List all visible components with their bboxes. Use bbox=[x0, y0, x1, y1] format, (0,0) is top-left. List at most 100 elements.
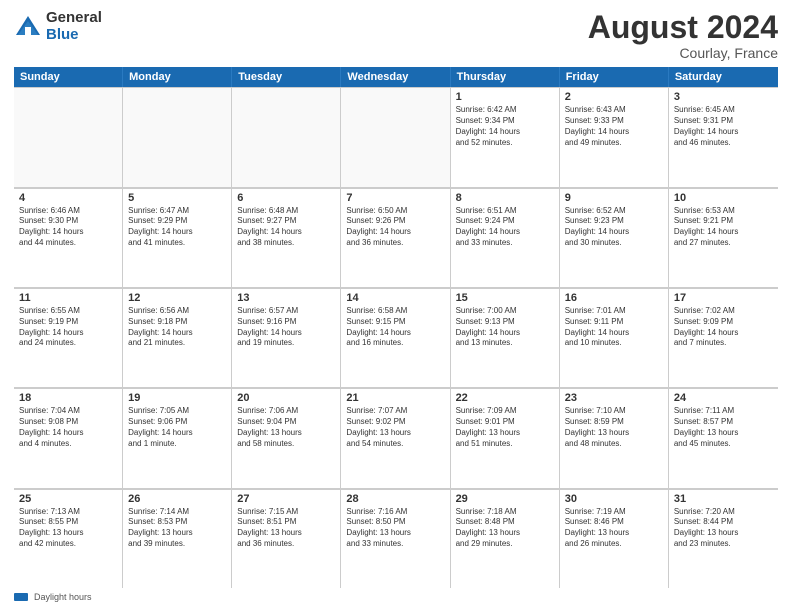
day-number: 16 bbox=[565, 292, 663, 304]
day-number: 9 bbox=[565, 192, 663, 204]
calendar-cell: 24 Sunrise: 7:11 AM Sunset: 8:57 PM Dayli… bbox=[669, 388, 778, 487]
day-number: 3 bbox=[674, 91, 773, 103]
cell-info: Sunrise: 6:48 AM Sunset: 9:27 PM Dayligh… bbox=[237, 206, 335, 249]
cell-info: Sunrise: 6:46 AM Sunset: 9:30 PM Dayligh… bbox=[19, 206, 117, 249]
header-cell-tuesday: Tuesday bbox=[232, 67, 341, 87]
cell-info: Sunrise: 7:07 AM Sunset: 9:02 PM Dayligh… bbox=[346, 406, 444, 449]
calendar-cell: 1 Sunrise: 6:42 AM Sunset: 9:34 PM Daylig… bbox=[451, 87, 560, 186]
legend-bar-icon bbox=[14, 593, 28, 601]
day-number: 10 bbox=[674, 192, 773, 204]
calendar-header: SundayMondayTuesdayWednesdayThursdayFrid… bbox=[14, 67, 778, 87]
calendar-cell: 18 Sunrise: 7:04 AM Sunset: 9:08 PM Dayli… bbox=[14, 388, 123, 487]
calendar-cell: 2 Sunrise: 6:43 AM Sunset: 9:33 PM Daylig… bbox=[560, 87, 669, 186]
calendar-cell: 23 Sunrise: 7:10 AM Sunset: 8:59 PM Dayli… bbox=[560, 388, 669, 487]
day-number: 7 bbox=[346, 192, 444, 204]
day-number: 5 bbox=[128, 192, 226, 204]
calendar-cell: 27Sunrise: 7:15 AM Sunset: 8:51 PM Dayli… bbox=[232, 489, 341, 588]
cell-info: Sunrise: 6:51 AM Sunset: 9:24 PM Dayligh… bbox=[456, 206, 554, 249]
header-cell-friday: Friday bbox=[560, 67, 669, 87]
day-number: 13 bbox=[237, 292, 335, 304]
calendar-cell: 10 Sunrise: 6:53 AM Sunset: 9:21 PM Dayli… bbox=[669, 188, 778, 287]
day-number: 14 bbox=[346, 292, 444, 304]
cell-info: Sunrise: 7:14 AM Sunset: 8:53 PM Dayligh… bbox=[128, 507, 226, 550]
cell-info: Sunrise: 7:02 AM Sunset: 9:09 PM Dayligh… bbox=[674, 306, 773, 349]
calendar-week-1: 1 Sunrise: 6:42 AM Sunset: 9:34 PM Daylig… bbox=[14, 87, 778, 187]
calendar-week-3: 11 Sunrise: 6:55 AM Sunset: 9:19 PM Dayli… bbox=[14, 288, 778, 388]
day-number: 11 bbox=[19, 292, 117, 304]
calendar-cell: 30Sunrise: 7:19 AM Sunset: 8:46 PM Dayli… bbox=[560, 489, 669, 588]
cell-info: Sunrise: 6:43 AM Sunset: 9:33 PM Dayligh… bbox=[565, 105, 663, 148]
cell-info: Sunrise: 7:01 AM Sunset: 9:11 PM Dayligh… bbox=[565, 306, 663, 349]
cell-info: Sunrise: 7:04 AM Sunset: 9:08 PM Dayligh… bbox=[19, 406, 117, 449]
calendar-cell: 15Sunrise: 7:00 AM Sunset: 9:13 PM Dayli… bbox=[451, 288, 560, 387]
day-number: 26 bbox=[128, 493, 226, 505]
logo-blue-text: Blue bbox=[46, 27, 102, 44]
title-month: August 2024 bbox=[588, 10, 778, 45]
calendar-cell: 4Sunrise: 6:46 AM Sunset: 9:30 PM Daylig… bbox=[14, 188, 123, 287]
calendar-body: 1 Sunrise: 6:42 AM Sunset: 9:34 PM Daylig… bbox=[14, 87, 778, 588]
calendar-cell: 25 Sunrise: 7:13 AM Sunset: 8:55 PM Dayli… bbox=[14, 489, 123, 588]
cell-info: Sunrise: 6:58 AM Sunset: 9:15 PM Dayligh… bbox=[346, 306, 444, 349]
logo-icon bbox=[14, 13, 42, 41]
legend: Daylight hours bbox=[14, 592, 778, 602]
header-cell-sunday: Sunday bbox=[14, 67, 123, 87]
day-number: 23 bbox=[565, 392, 663, 404]
calendar-cell: 13Sunrise: 6:57 AM Sunset: 9:16 PM Dayli… bbox=[232, 288, 341, 387]
calendar-cell bbox=[123, 87, 232, 186]
calendar-cell: 31 Sunrise: 7:20 AM Sunset: 8:44 PM Dayli… bbox=[669, 489, 778, 588]
calendar-week-2: 4Sunrise: 6:46 AM Sunset: 9:30 PM Daylig… bbox=[14, 188, 778, 288]
title-location: Courlay, France bbox=[588, 45, 778, 61]
cell-info: Sunrise: 7:20 AM Sunset: 8:44 PM Dayligh… bbox=[674, 507, 773, 550]
cell-info: Sunrise: 7:10 AM Sunset: 8:59 PM Dayligh… bbox=[565, 406, 663, 449]
calendar-cell: 20Sunrise: 7:06 AM Sunset: 9:04 PM Dayli… bbox=[232, 388, 341, 487]
cell-info: Sunrise: 7:09 AM Sunset: 9:01 PM Dayligh… bbox=[456, 406, 554, 449]
day-number: 12 bbox=[128, 292, 226, 304]
cell-info: Sunrise: 6:50 AM Sunset: 9:26 PM Dayligh… bbox=[346, 206, 444, 249]
calendar-cell bbox=[341, 87, 450, 186]
calendar: SundayMondayTuesdayWednesdayThursdayFrid… bbox=[14, 67, 778, 588]
day-number: 1 bbox=[456, 91, 554, 103]
day-number: 8 bbox=[456, 192, 554, 204]
header-cell-thursday: Thursday bbox=[451, 67, 560, 87]
day-number: 28 bbox=[346, 493, 444, 505]
cell-info: Sunrise: 6:55 AM Sunset: 9:19 PM Dayligh… bbox=[19, 306, 117, 349]
day-number: 18 bbox=[19, 392, 117, 404]
calendar-cell: 28Sunrise: 7:16 AM Sunset: 8:50 PM Dayli… bbox=[341, 489, 450, 588]
header-cell-saturday: Saturday bbox=[669, 67, 778, 87]
calendar-cell: 19 Sunrise: 7:05 AM Sunset: 9:06 PM Dayli… bbox=[123, 388, 232, 487]
day-number: 20 bbox=[237, 392, 335, 404]
calendar-cell: 8 Sunrise: 6:51 AM Sunset: 9:24 PM Daylig… bbox=[451, 188, 560, 287]
cell-info: Sunrise: 6:52 AM Sunset: 9:23 PM Dayligh… bbox=[565, 206, 663, 249]
logo: General Blue bbox=[14, 10, 102, 43]
cell-info: Sunrise: 6:42 AM Sunset: 9:34 PM Dayligh… bbox=[456, 105, 554, 148]
day-number: 19 bbox=[128, 392, 226, 404]
cell-info: Sunrise: 7:15 AM Sunset: 8:51 PM Dayligh… bbox=[237, 507, 335, 550]
calendar-cell bbox=[232, 87, 341, 186]
calendar-cell: 11 Sunrise: 6:55 AM Sunset: 9:19 PM Dayli… bbox=[14, 288, 123, 387]
title-block: August 2024 Courlay, France bbox=[588, 10, 778, 61]
logo-text: General Blue bbox=[46, 10, 102, 43]
day-number: 25 bbox=[19, 493, 117, 505]
logo-general-text: General bbox=[46, 10, 102, 27]
calendar-cell: 6Sunrise: 6:48 AM Sunset: 9:27 PM Daylig… bbox=[232, 188, 341, 287]
day-number: 17 bbox=[674, 292, 773, 304]
cell-info: Sunrise: 6:53 AM Sunset: 9:21 PM Dayligh… bbox=[674, 206, 773, 249]
calendar-cell: 22Sunrise: 7:09 AM Sunset: 9:01 PM Dayli… bbox=[451, 388, 560, 487]
day-number: 29 bbox=[456, 493, 554, 505]
page: General Blue August 2024 Courlay, France… bbox=[0, 0, 792, 612]
cell-info: Sunrise: 7:05 AM Sunset: 9:06 PM Dayligh… bbox=[128, 406, 226, 449]
day-number: 15 bbox=[456, 292, 554, 304]
cell-info: Sunrise: 6:47 AM Sunset: 9:29 PM Dayligh… bbox=[128, 206, 226, 249]
calendar-cell: 21Sunrise: 7:07 AM Sunset: 9:02 PM Dayli… bbox=[341, 388, 450, 487]
day-number: 24 bbox=[674, 392, 773, 404]
day-number: 2 bbox=[565, 91, 663, 103]
calendar-cell: 5 Sunrise: 6:47 AM Sunset: 9:29 PM Daylig… bbox=[123, 188, 232, 287]
cell-info: Sunrise: 7:13 AM Sunset: 8:55 PM Dayligh… bbox=[19, 507, 117, 550]
legend-label: Daylight hours bbox=[34, 592, 92, 602]
calendar-cell: 14 Sunrise: 6:58 AM Sunset: 9:15 PM Dayli… bbox=[341, 288, 450, 387]
calendar-cell: 7 Sunrise: 6:50 AM Sunset: 9:26 PM Daylig… bbox=[341, 188, 450, 287]
cell-info: Sunrise: 7:11 AM Sunset: 8:57 PM Dayligh… bbox=[674, 406, 773, 449]
calendar-cell: 17 Sunrise: 7:02 AM Sunset: 9:09 PM Dayli… bbox=[669, 288, 778, 387]
header-cell-wednesday: Wednesday bbox=[341, 67, 450, 87]
day-number: 31 bbox=[674, 493, 773, 505]
